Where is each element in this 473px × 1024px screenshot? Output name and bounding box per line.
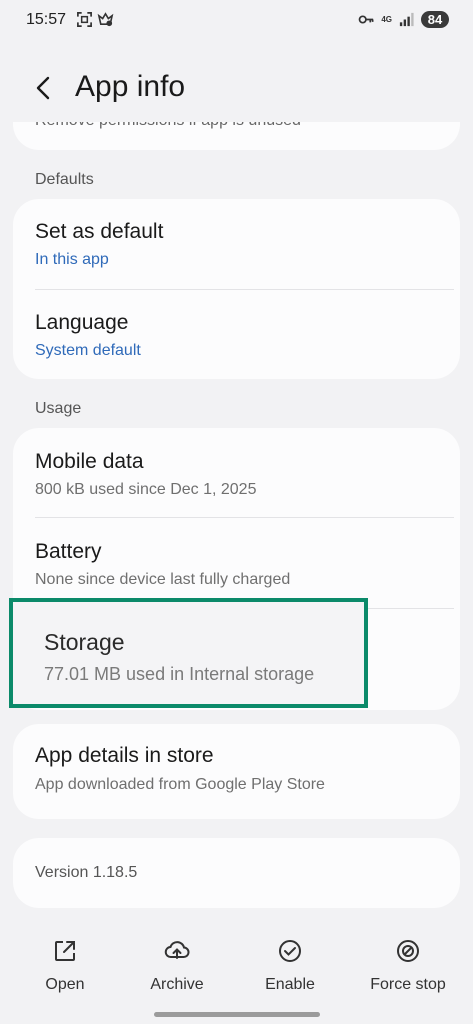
set-as-default-item[interactable]: Set as default In this app — [13, 199, 460, 289]
language-title: Language — [35, 311, 129, 334]
storage-title: Storage — [44, 629, 125, 655]
app-info-screen: 15:57 4G 84 App info Defaults Set as def… — [0, 0, 473, 1024]
app-bar: App info — [0, 60, 473, 116]
archive-button[interactable]: Archive — [127, 930, 227, 996]
status-right-icons: 4G 84 — [358, 11, 449, 28]
version-card: Version 1.18.5 — [13, 838, 460, 908]
enable-button[interactable]: Enable — [240, 930, 340, 996]
store-card[interactable]: App details in store App downloaded from… — [13, 724, 460, 819]
home-indicator[interactable] — [154, 1012, 320, 1017]
page-title: App info — [75, 70, 186, 103]
check-circle-icon — [279, 940, 301, 962]
language-subtitle: System default — [35, 342, 141, 359]
section-label-usage: Usage — [35, 400, 82, 417]
permissions-partial-text: Remove permissions if app is unused — [35, 122, 301, 130]
battery-subtitle: None since device last fully charged — [35, 571, 291, 588]
signal-icon — [399, 12, 414, 27]
battery-level: 84 — [421, 11, 449, 28]
version-text: Version 1.18.5 — [35, 864, 138, 881]
set-as-default-subtitle: In this app — [35, 251, 109, 268]
open-external-icon — [55, 941, 75, 961]
storage-item[interactable]: Storage 77.01 MB used in Internal storag… — [9, 598, 368, 708]
mobile-data-subtitle: 800 kB used since Dec 1, 2025 — [35, 481, 257, 498]
open-label: Open — [45, 976, 85, 993]
status-left-icons — [76, 11, 114, 28]
battery-title: Battery — [35, 540, 102, 563]
store-title: App details in store — [35, 744, 214, 767]
status-bar: 15:57 4G 84 — [0, 0, 473, 40]
mobile-data-item[interactable]: Mobile data 800 kB used since Dec 1, 202… — [13, 428, 460, 517]
back-arrow-icon[interactable] — [30, 74, 58, 102]
battery-item[interactable]: Battery None since device last fully cha… — [13, 518, 460, 608]
force-stop-button[interactable]: Force stop — [358, 930, 458, 996]
bottom-action-bar: Open Archive Enable Force stop — [0, 930, 473, 1000]
store-subtitle: App downloaded from Google Play Store — [35, 776, 325, 793]
shield-check-icon — [97, 12, 114, 27]
force-stop-label: Force stop — [370, 976, 446, 993]
screen-capture-icon — [77, 12, 92, 27]
status-time: 15:57 — [26, 11, 67, 28]
archive-label: Archive — [150, 976, 204, 993]
permissions-card[interactable]: Remove permissions if app is unused — [13, 122, 460, 150]
language-item[interactable]: Language System default — [13, 290, 460, 379]
enable-label: Enable — [265, 976, 315, 993]
set-as-default-title: Set as default — [35, 220, 164, 243]
open-button[interactable]: Open — [15, 930, 115, 996]
cloud-upload-icon — [164, 941, 190, 959]
storage-subtitle: 77.01 MB used in Internal storage — [44, 664, 315, 684]
block-icon — [397, 940, 419, 962]
defaults-card: Set as default In this app Language Syst… — [13, 199, 460, 379]
network-type: 4G — [381, 15, 392, 24]
vpn-key-icon — [358, 15, 374, 24]
mobile-data-title: Mobile data — [35, 450, 144, 473]
section-label-defaults: Defaults — [35, 171, 94, 188]
